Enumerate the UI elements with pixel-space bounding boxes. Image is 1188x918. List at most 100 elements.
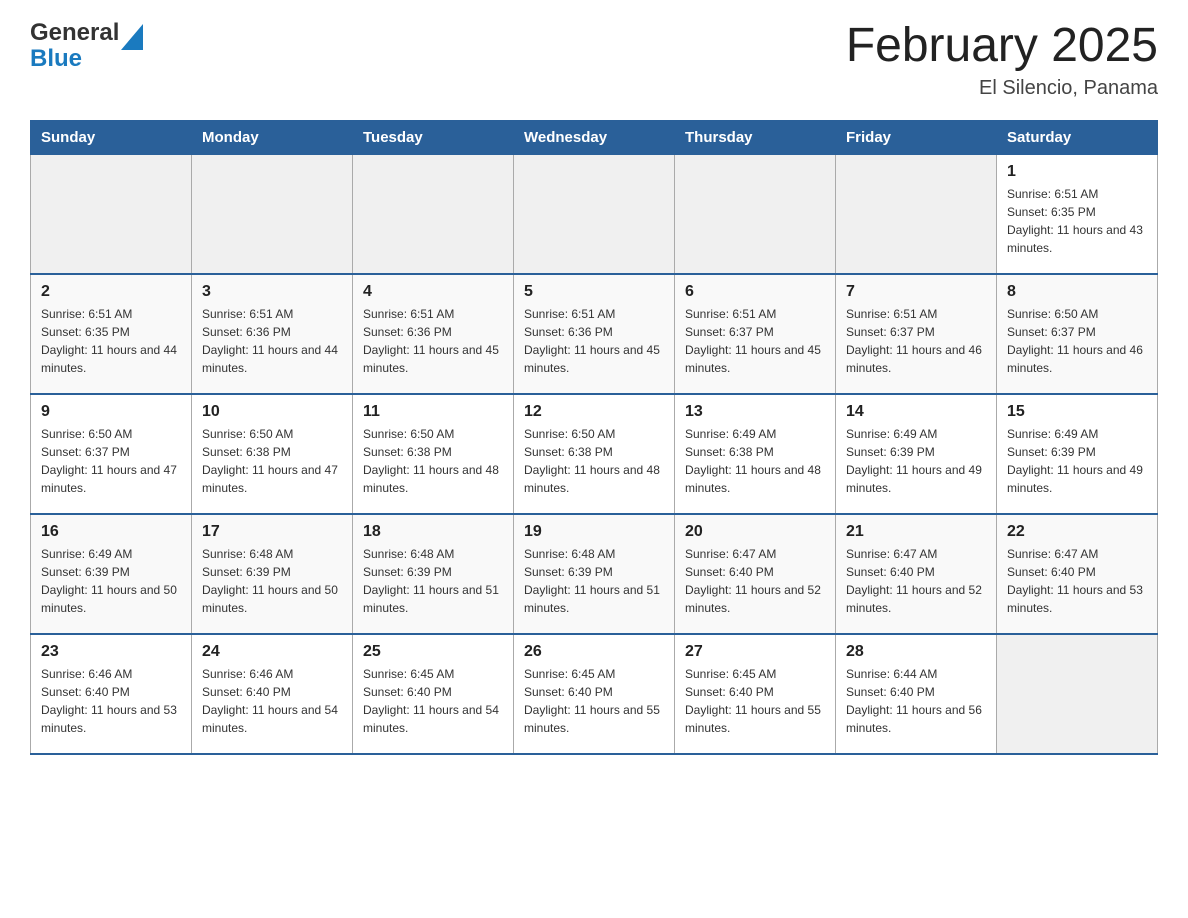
day-info: Sunrise: 6:47 AMSunset: 6:40 PMDaylight:… [846, 545, 986, 617]
day-info: Sunrise: 6:49 AMSunset: 6:39 PMDaylight:… [846, 425, 986, 497]
calendar-cell: 18Sunrise: 6:48 AMSunset: 6:39 PMDayligh… [353, 514, 514, 634]
calendar-cell [353, 154, 514, 274]
day-info: Sunrise: 6:51 AMSunset: 6:36 PMDaylight:… [202, 305, 342, 377]
day-info: Sunrise: 6:50 AMSunset: 6:37 PMDaylight:… [41, 425, 181, 497]
calendar-header: Sunday Monday Tuesday Wednesday Thursday… [31, 120, 1158, 154]
calendar-cell: 9Sunrise: 6:50 AMSunset: 6:37 PMDaylight… [31, 394, 192, 514]
calendar-cell [192, 154, 353, 274]
col-sunday: Sunday [31, 120, 192, 154]
calendar-cell: 28 Sunrise: 6:44 AMSunset: 6:40 PMDayligh… [836, 634, 997, 754]
day-info: Sunrise: 6:48 AMSunset: 6:39 PMDaylight:… [363, 545, 503, 617]
calendar-cell: 26 Sunrise: 6:45 AMSunset: 6:40 PMDayligh… [514, 634, 675, 754]
day-info: Sunrise: 6:46 AMSunset: 6:40 PMDaylight:… [202, 665, 342, 737]
day-number: 14 [846, 403, 986, 421]
calendar-cell: 23 Sunrise: 6:46 AMSunset: 6:40 PMDayligh… [31, 634, 192, 754]
day-info: Sunrise: 6:45 AMSunset: 6:40 PMDaylight:… [524, 665, 664, 737]
calendar-cell: 11 Sunrise: 6:50 AMSunset: 6:38 PMDayligh… [353, 394, 514, 514]
calendar-cell [675, 154, 836, 274]
calendar-week-row: 16 Sunrise: 6:49 AMSunset: 6:39 PMDayligh… [31, 514, 1158, 634]
day-number: 28 [846, 643, 986, 661]
col-friday: Friday [836, 120, 997, 154]
day-info: Sunrise: 6:48 AMSunset: 6:39 PMDaylight:… [524, 545, 664, 617]
header-row: Sunday Monday Tuesday Wednesday Thursday… [31, 120, 1158, 154]
calendar-week-row: 23 Sunrise: 6:46 AMSunset: 6:40 PMDayligh… [31, 634, 1158, 754]
calendar-cell: 3 Sunrise: 6:51 AMSunset: 6:36 PMDaylight… [192, 274, 353, 394]
day-number: 12 [524, 403, 664, 421]
calendar-cell: 24 Sunrise: 6:46 AMSunset: 6:40 PMDayligh… [192, 634, 353, 754]
location: El Silencio, Panama [846, 77, 1158, 100]
logo: General Blue [30, 20, 143, 73]
calendar-cell: 4 Sunrise: 6:51 AMSunset: 6:36 PMDaylight… [353, 274, 514, 394]
calendar-cell: 27 Sunrise: 6:45 AMSunset: 6:40 PMDayligh… [675, 634, 836, 754]
col-wednesday: Wednesday [514, 120, 675, 154]
day-number: 1 [1007, 163, 1147, 181]
calendar-cell: 22 Sunrise: 6:47 AMSunset: 6:40 PMDayligh… [997, 514, 1158, 634]
calendar-cell [836, 154, 997, 274]
day-number: 4 [363, 283, 503, 301]
day-number: 11 [363, 403, 503, 421]
calendar-cell: 14 Sunrise: 6:49 AMSunset: 6:39 PMDayligh… [836, 394, 997, 514]
day-info: Sunrise: 6:51 AMSunset: 6:37 PMDaylight:… [685, 305, 825, 377]
day-info: Sunrise: 6:45 AMSunset: 6:40 PMDaylight:… [363, 665, 503, 737]
calendar-body: 1Sunrise: 6:51 AMSunset: 6:35 PMDaylight… [31, 154, 1158, 754]
calendar-cell: 1Sunrise: 6:51 AMSunset: 6:35 PMDaylight… [997, 154, 1158, 274]
day-info: Sunrise: 6:48 AMSunset: 6:39 PMDaylight:… [202, 545, 342, 617]
calendar-week-row: 1Sunrise: 6:51 AMSunset: 6:35 PMDaylight… [31, 154, 1158, 274]
day-info: Sunrise: 6:50 AMSunset: 6:38 PMDaylight:… [524, 425, 664, 497]
page-header: General Blue February 2025 El Silencio, … [30, 20, 1158, 100]
day-number: 24 [202, 643, 342, 661]
col-saturday: Saturday [997, 120, 1158, 154]
day-number: 6 [685, 283, 825, 301]
calendar-cell: 19 Sunrise: 6:48 AMSunset: 6:39 PMDayligh… [514, 514, 675, 634]
calendar-cell: 5 Sunrise: 6:51 AMSunset: 6:36 PMDaylight… [514, 274, 675, 394]
logo-general: General [30, 20, 119, 46]
day-number: 16 [41, 523, 181, 541]
day-number: 21 [846, 523, 986, 541]
col-monday: Monday [192, 120, 353, 154]
calendar-table: Sunday Monday Tuesday Wednesday Thursday… [30, 120, 1158, 756]
day-info: Sunrise: 6:46 AMSunset: 6:40 PMDaylight:… [41, 665, 181, 737]
col-thursday: Thursday [675, 120, 836, 154]
day-number: 8 [1007, 283, 1147, 301]
day-info: Sunrise: 6:50 AMSunset: 6:37 PMDaylight:… [1007, 305, 1147, 377]
day-number: 23 [41, 643, 181, 661]
month-title: February 2025 [846, 20, 1158, 73]
calendar-cell [997, 634, 1158, 754]
calendar-week-row: 2Sunrise: 6:51 AMSunset: 6:35 PMDaylight… [31, 274, 1158, 394]
day-number: 25 [363, 643, 503, 661]
day-info: Sunrise: 6:44 AMSunset: 6:40 PMDaylight:… [846, 665, 986, 737]
day-number: 3 [202, 283, 342, 301]
day-info: Sunrise: 6:49 AMSunset: 6:38 PMDaylight:… [685, 425, 825, 497]
calendar-cell: 13 Sunrise: 6:49 AMSunset: 6:38 PMDayligh… [675, 394, 836, 514]
day-info: Sunrise: 6:47 AMSunset: 6:40 PMDaylight:… [685, 545, 825, 617]
day-info: Sunrise: 6:45 AMSunset: 6:40 PMDaylight:… [685, 665, 825, 737]
calendar-cell: 16 Sunrise: 6:49 AMSunset: 6:39 PMDayligh… [31, 514, 192, 634]
day-number: 26 [524, 643, 664, 661]
day-info: Sunrise: 6:50 AMSunset: 6:38 PMDaylight:… [363, 425, 503, 497]
calendar-week-row: 9Sunrise: 6:50 AMSunset: 6:37 PMDaylight… [31, 394, 1158, 514]
day-number: 15 [1007, 403, 1147, 421]
calendar-cell: 10Sunrise: 6:50 AMSunset: 6:38 PMDayligh… [192, 394, 353, 514]
col-tuesday: Tuesday [353, 120, 514, 154]
day-number: 27 [685, 643, 825, 661]
day-number: 13 [685, 403, 825, 421]
calendar-cell: 21 Sunrise: 6:47 AMSunset: 6:40 PMDayligh… [836, 514, 997, 634]
calendar-cell: 6 Sunrise: 6:51 AMSunset: 6:37 PMDaylight… [675, 274, 836, 394]
calendar-cell: 20Sunrise: 6:47 AMSunset: 6:40 PMDayligh… [675, 514, 836, 634]
day-info: Sunrise: 6:51 AMSunset: 6:36 PMDaylight:… [363, 305, 503, 377]
day-number: 22 [1007, 523, 1147, 541]
calendar-cell: 25 Sunrise: 6:45 AMSunset: 6:40 PMDayligh… [353, 634, 514, 754]
day-number: 2 [41, 283, 181, 301]
logo-triangle-icon [121, 24, 143, 50]
day-info: Sunrise: 6:49 AMSunset: 6:39 PMDaylight:… [41, 545, 181, 617]
day-number: 19 [524, 523, 664, 541]
day-info: Sunrise: 6:47 AMSunset: 6:40 PMDaylight:… [1007, 545, 1147, 617]
day-number: 17 [202, 523, 342, 541]
calendar-cell: 8 Sunrise: 6:50 AMSunset: 6:37 PMDaylight… [997, 274, 1158, 394]
day-number: 5 [524, 283, 664, 301]
day-info: Sunrise: 6:49 AMSunset: 6:39 PMDaylight:… [1007, 425, 1147, 497]
day-info: Sunrise: 6:51 AMSunset: 6:36 PMDaylight:… [524, 305, 664, 377]
day-info: Sunrise: 6:51 AMSunset: 6:37 PMDaylight:… [846, 305, 986, 377]
title-block: February 2025 El Silencio, Panama [846, 20, 1158, 100]
calendar-cell: 15 Sunrise: 6:49 AMSunset: 6:39 PMDayligh… [997, 394, 1158, 514]
